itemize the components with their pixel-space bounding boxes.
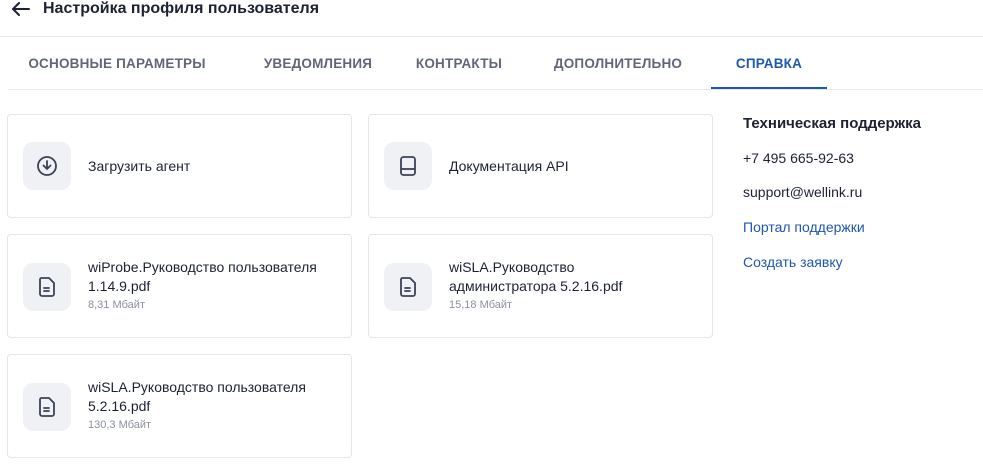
file-name-line1: wiProbe.Руководство пользователя bbox=[88, 259, 317, 275]
download-agent-card[interactable]: Загрузить агент bbox=[7, 114, 352, 218]
file-icon-box bbox=[384, 263, 432, 311]
download-agent-label: Загрузить агент bbox=[88, 158, 191, 174]
back-button[interactable] bbox=[10, 0, 32, 18]
file-icon-box bbox=[23, 383, 71, 431]
tab-bar: ОСНОВНЫЕ ПАРАМЕТРЫ УВЕДОМЛЕНИЯ КОНТРАКТЫ… bbox=[8, 37, 983, 90]
file-name-line2: 5.2.16.pdf bbox=[88, 398, 151, 414]
file-size: 130,3 Мбайт bbox=[88, 419, 152, 431]
tab-notifications[interactable]: УВЕДОМЛЕНИЯ bbox=[238, 37, 398, 90]
support-email: support@wellink.ru bbox=[743, 184, 863, 200]
arrow-left-icon bbox=[12, 2, 30, 16]
tab-help[interactable]: СПРАВКА bbox=[711, 37, 827, 90]
document-icon-box bbox=[384, 142, 432, 190]
create-ticket-link[interactable]: Создать заявку bbox=[743, 254, 843, 270]
download-icon bbox=[37, 156, 57, 176]
tab-contracts[interactable]: КОНТРАКТЫ bbox=[403, 37, 515, 90]
tab-additional[interactable]: ДОПОЛНИТЕЛЬНО bbox=[538, 37, 698, 90]
file-name-line2: 1.14.9.pdf bbox=[88, 278, 151, 294]
file-card-wisla-admin-guide[interactable]: wiSLA.Руководство администратора 5.2.16.… bbox=[368, 234, 713, 338]
support-portal-link[interactable]: Портал поддержки bbox=[743, 219, 865, 235]
tab-main-params[interactable]: ОСНОВНЫЕ ПАРАМЕТРЫ bbox=[8, 37, 226, 90]
file-name-line1: wiSLA.Руководство пользователя bbox=[88, 379, 306, 395]
file-name-line1: wiSLA.Руководство bbox=[449, 259, 575, 275]
download-icon-box bbox=[23, 142, 71, 190]
document-icon bbox=[400, 156, 416, 176]
page-header: Настройка профиля пользователя bbox=[0, 0, 983, 37]
support-phone: +7 495 665-92-63 bbox=[743, 150, 854, 166]
file-icon bbox=[39, 397, 55, 417]
api-docs-label: Документация API bbox=[449, 158, 569, 174]
file-name-line2: администратора 5.2.16.pdf bbox=[449, 278, 623, 294]
active-tab-indicator bbox=[711, 87, 827, 89]
support-title: Техническая поддержка bbox=[743, 115, 922, 132]
file-icon bbox=[400, 277, 416, 297]
page-title: Настройка профиля пользователя bbox=[43, 0, 320, 17]
file-card-wiprobe-user-guide[interactable]: wiProbe.Руководство пользователя 1.14.9.… bbox=[7, 234, 352, 338]
file-card-wisla-user-guide[interactable]: wiSLA.Руководство пользователя 5.2.16.pd… bbox=[7, 354, 352, 458]
file-size: 8,31 Мбайт bbox=[88, 299, 145, 311]
api-docs-card[interactable]: Документация API bbox=[368, 114, 713, 218]
file-size: 15,18 Мбайт bbox=[449, 299, 513, 311]
file-icon bbox=[39, 277, 55, 297]
file-icon-box bbox=[23, 263, 71, 311]
